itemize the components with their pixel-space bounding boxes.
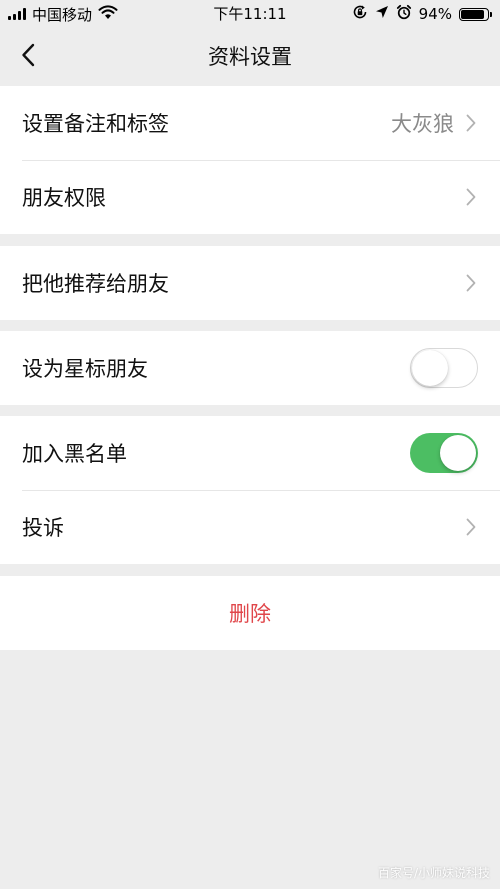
row-label: 朋友权限 xyxy=(22,186,106,210)
alarm-icon xyxy=(396,4,412,24)
settings-group-star: 设为星标朋友 xyxy=(0,331,500,405)
row-complain[interactable]: 投诉 xyxy=(0,490,500,564)
location-icon xyxy=(375,5,389,23)
row-label: 把他推荐给朋友 xyxy=(22,272,169,296)
watermark: 百家号/小师妹说科技 xyxy=(377,866,490,880)
status-right: 94% xyxy=(352,3,492,25)
settings-group-block: 加入黑名单 投诉 xyxy=(0,416,500,564)
row-blacklist: 加入黑名单 xyxy=(0,416,500,490)
settings-group-remark: 设置备注和标签 大灰狼 朋友权限 xyxy=(0,86,500,234)
status-bar: 中国移动 下午11:11 94% xyxy=(0,0,500,30)
star-friend-toggle[interactable] xyxy=(410,348,478,388)
row-recommend-to-friend[interactable]: 把他推荐给朋友 xyxy=(0,246,500,320)
row-label: 设为星标朋友 xyxy=(22,357,148,381)
delete-label: 删除 xyxy=(229,602,271,626)
delete-group: 删除 xyxy=(0,576,500,650)
battery-icon xyxy=(459,7,492,21)
row-label: 投诉 xyxy=(22,516,64,540)
row-label: 加入黑名单 xyxy=(22,442,127,466)
toggle-knob xyxy=(440,435,476,471)
toggle-knob xyxy=(412,349,448,386)
row-label: 设置备注和标签 xyxy=(22,112,169,136)
navigation-bar: 资料设置 xyxy=(0,30,500,84)
chevron-right-icon xyxy=(466,114,478,132)
chevron-right-icon xyxy=(466,274,478,292)
chevron-right-icon xyxy=(466,188,478,206)
row-star-friend: 设为星标朋友 xyxy=(0,331,500,405)
row-remark-tags[interactable]: 设置备注和标签 大灰狼 xyxy=(0,86,500,160)
battery-percent: 94% xyxy=(418,5,452,23)
settings-group-recommend: 把他推荐给朋友 xyxy=(0,246,500,320)
rotation-lock-icon xyxy=(352,4,368,24)
row-friend-permissions[interactable]: 朋友权限 xyxy=(0,160,500,234)
row-value: 大灰狼 xyxy=(391,112,454,136)
battery-level xyxy=(461,9,484,19)
delete-button[interactable]: 删除 xyxy=(0,576,500,650)
page-title: 资料设置 xyxy=(208,45,292,69)
chevron-right-icon xyxy=(466,518,478,536)
blacklist-toggle[interactable] xyxy=(410,433,478,473)
